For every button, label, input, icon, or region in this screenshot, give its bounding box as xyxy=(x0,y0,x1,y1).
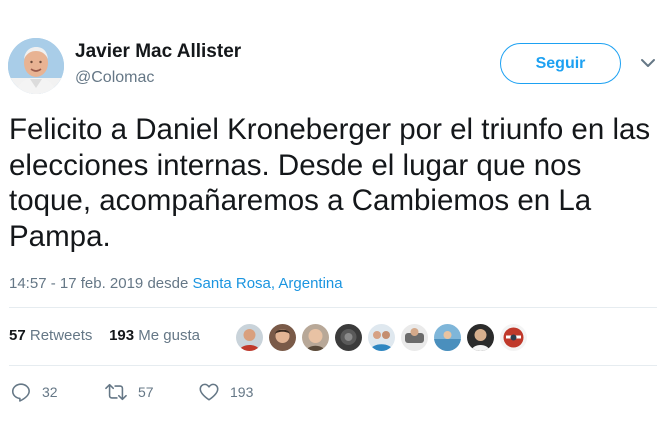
liker-avatar[interactable] xyxy=(268,323,297,352)
like-button[interactable]: 193 xyxy=(198,380,253,404)
author-name[interactable]: Javier Mac Allister xyxy=(75,41,241,63)
liker-avatar[interactable] xyxy=(235,323,264,352)
retweet-count: 57 xyxy=(138,384,154,400)
chevron-down-icon[interactable] xyxy=(640,56,656,70)
author-avatar[interactable] xyxy=(8,38,64,94)
reply-button[interactable]: 32 xyxy=(10,380,58,404)
divider xyxy=(9,365,657,366)
liker-avatar[interactable] xyxy=(367,323,396,352)
tweet-timestamp[interactable]: 14:57 - 17 feb. 2019 xyxy=(9,275,143,292)
reply-icon xyxy=(11,383,30,402)
liker-avatar[interactable] xyxy=(499,323,528,352)
tweet-card: Javier Mac Allister @Colomac Seguir Feli… xyxy=(0,0,666,444)
reply-count: 32 xyxy=(42,384,58,400)
liker-avatar[interactable] xyxy=(433,323,462,352)
retweets-count: 57 xyxy=(9,327,26,344)
tweet-stats: 57 Retweets 193 Me gusta xyxy=(9,327,200,344)
tweet-text: Felicito a Daniel Kroneberger por el tri… xyxy=(9,113,651,253)
likes-count: 193 xyxy=(109,327,135,344)
tweet-location[interactable]: Santa Rosa, Argentina xyxy=(193,275,343,292)
retweet-button[interactable]: 57 xyxy=(104,380,154,404)
follow-button[interactable]: Seguir xyxy=(500,43,621,84)
likes-stat[interactable]: 193 Me gusta xyxy=(109,327,200,344)
like-count: 193 xyxy=(230,384,254,400)
likes-label: Me gusta xyxy=(138,327,200,344)
divider xyxy=(9,307,657,308)
liker-avatar[interactable] xyxy=(301,323,330,352)
retweets-label: Retweets xyxy=(29,327,93,344)
retweets-stat[interactable]: 57 Retweets xyxy=(9,327,92,344)
author-handle[interactable]: @Colomac xyxy=(75,69,154,87)
heart-icon xyxy=(199,383,219,401)
liker-avatar[interactable] xyxy=(334,323,363,352)
retweet-icon xyxy=(105,383,127,401)
liker-avatar[interactable] xyxy=(400,323,429,352)
liker-avatar[interactable] xyxy=(466,323,495,352)
tweet-meta: 14:57 - 17 feb. 2019 desde Santa Rosa, A… xyxy=(9,275,343,292)
location-prefix: desde xyxy=(147,275,189,292)
